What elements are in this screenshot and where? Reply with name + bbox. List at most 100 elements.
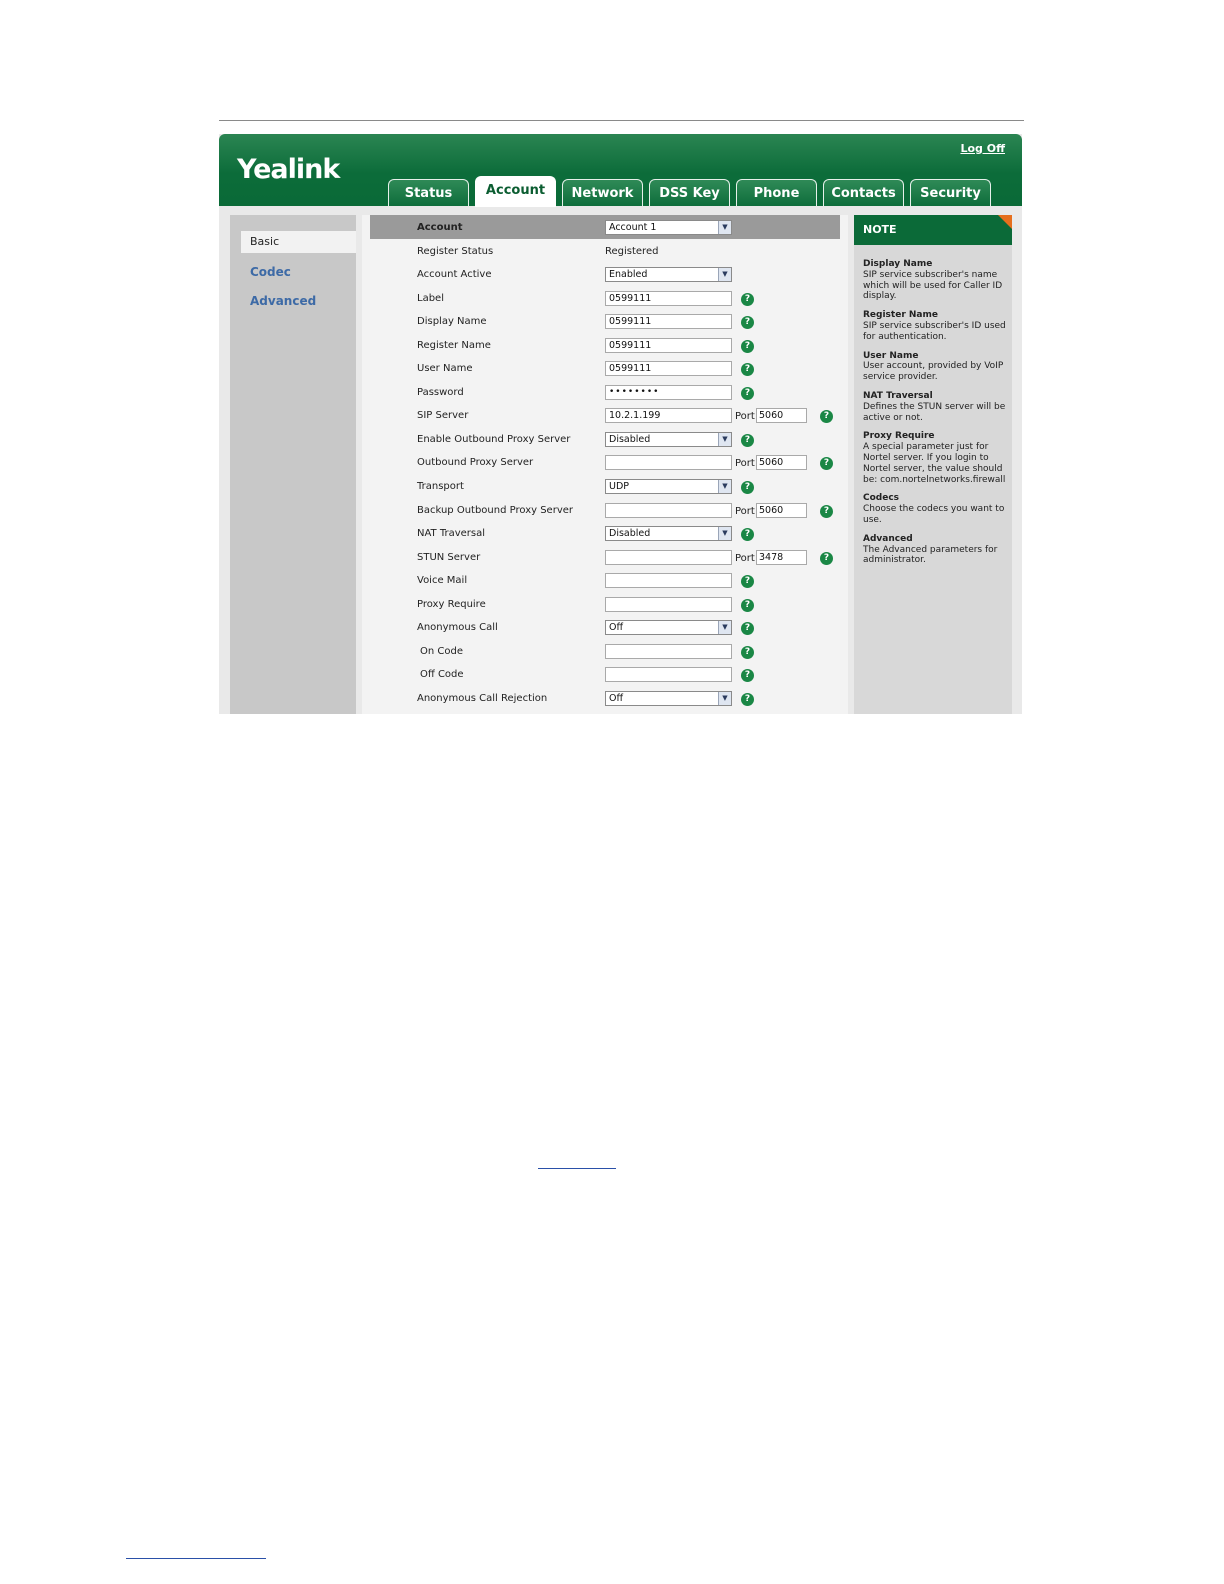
port-label: Port bbox=[735, 458, 755, 469]
left-nav: Basic Codec Advanced bbox=[230, 215, 356, 714]
tab-network[interactable]: Network bbox=[562, 179, 643, 206]
nat-traversal-value: Disabled bbox=[609, 528, 651, 539]
password-label: Password bbox=[417, 387, 464, 398]
tab-phone[interactable]: Phone bbox=[736, 179, 817, 206]
help-icon[interactable]: ? bbox=[741, 693, 754, 706]
account-label: Account bbox=[417, 222, 463, 233]
anonymous-rejection-select[interactable]: Off ▼ bbox=[605, 691, 732, 706]
chevron-down-icon: ▼ bbox=[718, 221, 731, 234]
outbound-server-label: Outbound Proxy Server bbox=[417, 457, 534, 468]
label-input[interactable]: 0599111 bbox=[605, 291, 732, 306]
register-name-input[interactable]: 0599111 bbox=[605, 338, 732, 353]
outbound-server-port-input[interactable]: 5060 bbox=[756, 455, 807, 470]
note-entry-title: User Name bbox=[863, 350, 919, 361]
account-active-select[interactable]: Enabled ▼ bbox=[605, 267, 732, 282]
help-icon[interactable]: ? bbox=[741, 528, 754, 541]
note-panel: NOTE Display Name SIP service subscriber… bbox=[854, 215, 1012, 714]
tab-account[interactable]: Account bbox=[475, 176, 556, 207]
help-icon[interactable]: ? bbox=[820, 505, 833, 518]
account-active-label: Account Active bbox=[417, 269, 492, 280]
sip-server-input[interactable]: 10.2.1.199 bbox=[605, 408, 732, 423]
on-code-input[interactable] bbox=[605, 644, 732, 659]
anonymous-rejection-value: Off bbox=[609, 693, 624, 704]
backup-outbound-input[interactable] bbox=[605, 503, 732, 518]
note-entry-text: A special parameter just for Nortel serv… bbox=[863, 442, 1006, 485]
account-form: Account Account 1 ▼ Register Status Regis… bbox=[362, 215, 848, 714]
port-label: Port bbox=[735, 553, 755, 564]
help-icon[interactable]: ? bbox=[741, 363, 754, 376]
help-icon[interactable]: ? bbox=[820, 457, 833, 470]
user-name-label: User Name bbox=[417, 363, 473, 374]
display-name-label: Display Name bbox=[417, 316, 487, 327]
backup-outbound-label: Backup Outbound Proxy Server bbox=[417, 505, 573, 516]
transport-select[interactable]: UDP ▼ bbox=[605, 479, 732, 494]
help-icon[interactable]: ? bbox=[741, 387, 754, 400]
register-status-label: Register Status bbox=[417, 246, 494, 257]
footnote-link-underline[interactable] bbox=[126, 1558, 266, 1559]
help-icon[interactable]: ? bbox=[741, 599, 754, 612]
help-icon[interactable]: ? bbox=[741, 575, 754, 588]
enable-outbound-select[interactable]: Disabled ▼ bbox=[605, 432, 732, 447]
label-label: Label bbox=[417, 293, 444, 304]
help-icon[interactable]: ? bbox=[741, 481, 754, 494]
help-icon[interactable]: ? bbox=[741, 669, 754, 682]
help-icon[interactable]: ? bbox=[741, 293, 754, 306]
tab-status[interactable]: Status bbox=[388, 179, 469, 206]
transport-value: UDP bbox=[609, 481, 629, 492]
nav-item-codec[interactable]: Codec bbox=[250, 265, 291, 279]
enable-outbound-value: Disabled bbox=[609, 434, 651, 445]
off-code-label: Off Code bbox=[420, 669, 464, 680]
anonymous-call-value: Off bbox=[609, 622, 624, 633]
user-name-input[interactable]: 0599111 bbox=[605, 361, 732, 376]
backup-outbound-port-input[interactable]: 5060 bbox=[756, 503, 807, 518]
note-entry-text: Defines the STUN server will be active o… bbox=[863, 401, 1006, 423]
stun-server-label: STUN Server bbox=[417, 552, 481, 563]
note-body: Display Name SIP service subscriber's na… bbox=[863, 259, 1008, 574]
help-icon[interactable]: ? bbox=[741, 622, 754, 635]
stun-server-input[interactable] bbox=[605, 550, 732, 565]
help-icon[interactable]: ? bbox=[820, 552, 833, 565]
help-icon[interactable]: ? bbox=[741, 340, 754, 353]
note-entry-title: NAT Traversal bbox=[863, 390, 933, 401]
proxy-require-input[interactable] bbox=[605, 597, 732, 612]
sip-server-port-input[interactable]: 5060 bbox=[756, 408, 807, 423]
hyperlink-underline[interactable] bbox=[538, 1168, 616, 1169]
note-entry-text: SIP service subscriber's name which will… bbox=[863, 269, 1003, 302]
display-name-input[interactable]: 0599111 bbox=[605, 314, 732, 329]
help-icon[interactable]: ? bbox=[741, 646, 754, 659]
help-icon[interactable]: ? bbox=[741, 434, 754, 447]
register-status-value: Registered bbox=[605, 246, 659, 257]
account-select-value: Account 1 bbox=[609, 222, 657, 233]
account-active-value: Enabled bbox=[609, 269, 648, 280]
nat-traversal-select[interactable]: Disabled ▼ bbox=[605, 526, 732, 541]
logoff-link[interactable]: Log Off bbox=[960, 142, 1005, 155]
tab-dss-key[interactable]: DSS Key bbox=[649, 179, 730, 206]
anonymous-rejection-label: Anonymous Call Rejection bbox=[417, 693, 548, 704]
header-bar: Yealink Log Off Status Account Network D… bbox=[219, 134, 1022, 207]
yealink-web-ui: Yealink Log Off Status Account Network D… bbox=[219, 134, 1022, 714]
account-select[interactable]: Account 1 ▼ bbox=[605, 220, 732, 235]
anonymous-call-label: Anonymous Call bbox=[417, 622, 498, 633]
chevron-down-icon: ▼ bbox=[718, 433, 731, 446]
chevron-down-icon: ▼ bbox=[718, 621, 731, 634]
transport-label: Transport bbox=[417, 481, 464, 492]
nav-item-basic[interactable]: Basic bbox=[241, 231, 356, 253]
voice-mail-input[interactable] bbox=[605, 573, 732, 588]
note-entry-title: Advanced bbox=[863, 533, 913, 544]
tab-security[interactable]: Security bbox=[910, 179, 991, 206]
password-input[interactable]: •••••••• bbox=[605, 385, 732, 400]
nat-traversal-label: NAT Traversal bbox=[417, 528, 486, 539]
register-name-label: Register Name bbox=[417, 340, 491, 351]
tab-contacts[interactable]: Contacts bbox=[823, 179, 904, 206]
chevron-down-icon: ▼ bbox=[718, 527, 731, 540]
help-icon[interactable]: ? bbox=[741, 316, 754, 329]
outbound-server-input[interactable] bbox=[605, 455, 732, 470]
off-code-input[interactable] bbox=[605, 667, 732, 682]
anonymous-call-select[interactable]: Off ▼ bbox=[605, 620, 732, 635]
note-entry-text: SIP service subscriber's ID used for aut… bbox=[863, 320, 1006, 342]
stun-server-port-input[interactable]: 3478 bbox=[756, 550, 807, 565]
help-icon[interactable]: ? bbox=[820, 410, 833, 423]
port-label: Port bbox=[735, 411, 755, 422]
nav-item-advanced[interactable]: Advanced bbox=[250, 294, 316, 308]
yealink-logo: Yealink bbox=[237, 154, 340, 185]
